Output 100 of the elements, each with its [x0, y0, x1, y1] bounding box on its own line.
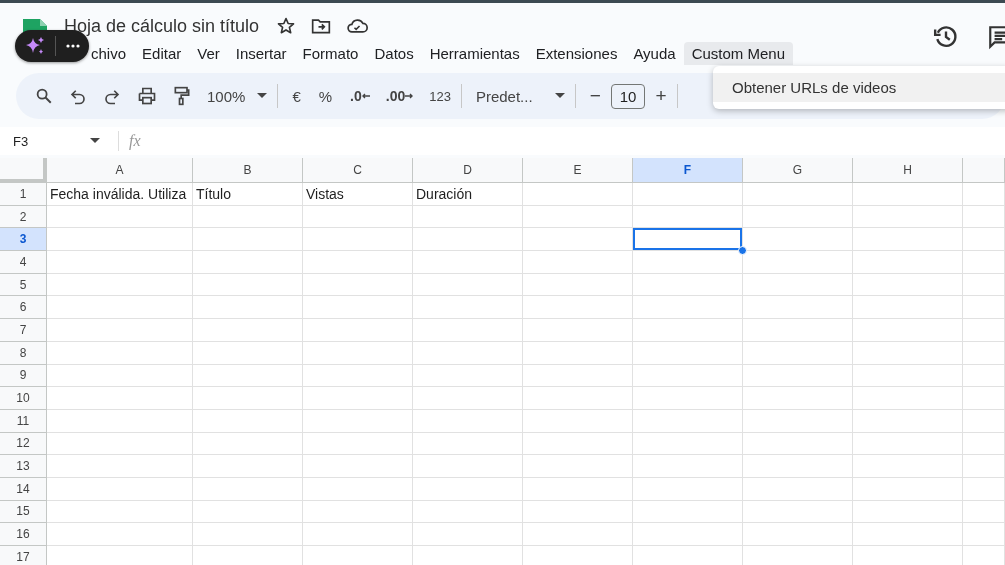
menu-item[interactable]: Formato: [294, 42, 367, 65]
grid-cell[interactable]: [303, 273, 413, 297]
grid-cell[interactable]: [633, 432, 743, 456]
grid-cell[interactable]: [193, 409, 303, 433]
grid-cell[interactable]: [853, 364, 963, 388]
grid-cell[interactable]: Vistas: [303, 183, 413, 206]
grid-cell[interactable]: [523, 409, 633, 433]
grid-cell[interactable]: [853, 500, 963, 524]
grid-cell[interactable]: [633, 364, 743, 388]
column-header[interactable]: F: [633, 158, 743, 183]
row-header[interactable]: 4: [0, 251, 47, 274]
grid-cell[interactable]: [853, 432, 963, 456]
grid-cell[interactable]: [47, 296, 193, 320]
grid-cell[interactable]: [853, 273, 963, 297]
grid-cell[interactable]: [303, 409, 413, 433]
grid-cell[interactable]: [853, 183, 963, 206]
grid-cell[interactable]: [47, 455, 193, 478]
font-select[interactable]: Predet...: [475, 87, 565, 105]
grid-cell[interactable]: [303, 228, 413, 252]
grid-cell[interactable]: [413, 341, 523, 365]
grid-cell[interactable]: [303, 319, 413, 342]
grid-cell[interactable]: [47, 205, 193, 229]
grid-cell[interactable]: [743, 296, 853, 320]
grid-cell[interactable]: Título: [193, 183, 303, 206]
grid-cell[interactable]: [523, 296, 633, 320]
grid-cell[interactable]: [193, 296, 303, 320]
grid-cell[interactable]: [303, 341, 413, 365]
font-size-field[interactable]: 10: [610, 83, 646, 109]
grid-cell[interactable]: [743, 251, 853, 274]
number-format-button[interactable]: 123: [429, 88, 451, 104]
grid-cell[interactable]: [413, 500, 523, 524]
grid-cell[interactable]: [47, 364, 193, 388]
grid-cell[interactable]: [47, 228, 193, 252]
grid-cell[interactable]: [193, 228, 303, 252]
grid-cell[interactable]: [193, 205, 303, 229]
grid-cell[interactable]: [963, 296, 1005, 320]
grid-cell[interactable]: [743, 273, 853, 297]
menu-item[interactable]: Herramientas: [421, 42, 528, 65]
grid-cell[interactable]: [303, 455, 413, 478]
paint-roller-icon[interactable]: [173, 86, 191, 106]
caret-icon[interactable]: [90, 138, 100, 144]
row-header[interactable]: 17: [0, 546, 47, 565]
grid-cell[interactable]: [523, 432, 633, 456]
grid-cell[interactable]: [853, 205, 963, 229]
grid-cell[interactable]: [853, 296, 963, 320]
grid-cell[interactable]: [963, 455, 1005, 478]
menu-item[interactable]: Datos: [366, 42, 422, 65]
grid-cell[interactable]: [523, 251, 633, 274]
grid-cell[interactable]: [853, 477, 963, 501]
grid-cell[interactable]: [633, 500, 743, 524]
menu-item[interactable]: Insertar: [227, 42, 295, 65]
column-header[interactable]: D: [413, 158, 523, 183]
grid-cell[interactable]: Duración: [413, 183, 523, 206]
star-icon[interactable]: [276, 16, 297, 36]
redo-icon[interactable]: [103, 87, 121, 105]
menu-item[interactable]: Editar: [134, 42, 190, 65]
grid-cell[interactable]: [193, 319, 303, 342]
grid-cell[interactable]: [523, 500, 633, 524]
grid-cell[interactable]: [303, 477, 413, 501]
row-header[interactable]: 12: [0, 432, 47, 456]
column-header[interactable]: G: [743, 158, 853, 183]
grid-cell[interactable]: [193, 364, 303, 388]
grid-cell[interactable]: [413, 455, 523, 478]
grid-cell[interactable]: [193, 251, 303, 274]
grid-cell[interactable]: [303, 432, 413, 456]
grid-cell[interactable]: [633, 183, 743, 206]
grid-cell[interactable]: [633, 455, 743, 478]
grid-cell[interactable]: [413, 205, 523, 229]
grid-cell[interactable]: [303, 296, 413, 320]
grid-cell[interactable]: [303, 251, 413, 274]
grid-cell[interactable]: [303, 205, 413, 229]
name-box[interactable]: F3: [13, 133, 90, 149]
grid-cell[interactable]: [633, 523, 743, 546]
currency-button[interactable]: €: [292, 87, 301, 105]
grid-cell[interactable]: [853, 341, 963, 365]
grid-cell[interactable]: [963, 205, 1005, 229]
grid-cell[interactable]: [523, 455, 633, 478]
grid-cell[interactable]: [743, 500, 853, 524]
grid-cell[interactable]: [743, 387, 853, 410]
grid-cell[interactable]: [193, 455, 303, 478]
row-header[interactable]: 2: [0, 205, 47, 229]
grid-cell[interactable]: [303, 364, 413, 388]
grid-cell[interactable]: [963, 228, 1005, 252]
grid-cell[interactable]: [743, 523, 853, 546]
grid-cell[interactable]: [413, 477, 523, 501]
grid-cell[interactable]: [853, 319, 963, 342]
grid-cell[interactable]: [47, 251, 193, 274]
grid-cell[interactable]: [523, 183, 633, 206]
menu-item[interactable]: Extensiones: [527, 42, 626, 65]
grid-cell[interactable]: [633, 409, 743, 433]
grid-cell[interactable]: [523, 205, 633, 229]
grid-cell[interactable]: [193, 477, 303, 501]
grid-cell[interactable]: [413, 319, 523, 342]
grid-cell[interactable]: [743, 183, 853, 206]
grid-cell[interactable]: [47, 387, 193, 410]
grid-cell[interactable]: [963, 432, 1005, 456]
row-header[interactable]: 1: [0, 183, 47, 206]
row-header[interactable]: 7: [0, 319, 47, 342]
grid-cell[interactable]: [413, 523, 523, 546]
grid-cell[interactable]: [633, 273, 743, 297]
